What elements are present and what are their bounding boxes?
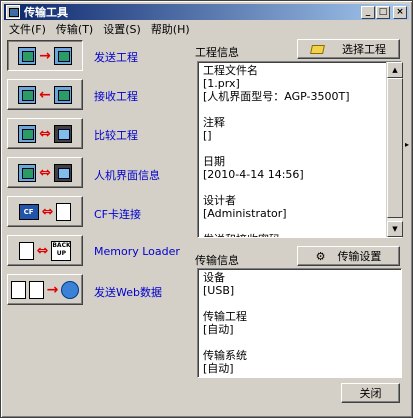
info-line: [人机界面型号：AGP-3500T] xyxy=(203,90,350,103)
close-button[interactable]: 关闭 xyxy=(341,383,400,403)
send-web-data-label[interactable]: 发送Web数据 xyxy=(94,284,162,300)
send-web-data-button[interactable]: → xyxy=(7,274,83,305)
transfer-settings-icon: ⚙ xyxy=(315,249,326,263)
scroll-up-icon[interactable]: ▲ xyxy=(387,62,403,78)
select-project-button[interactable]: 选择工程 xyxy=(297,39,400,59)
info-line: 日期 xyxy=(203,155,225,168)
send-project-icon: → xyxy=(18,46,72,65)
info-line xyxy=(203,336,396,349)
info-line: [Administrator] xyxy=(203,207,287,220)
send-web-data-icon: → xyxy=(10,280,80,299)
info-line: 设备 xyxy=(203,271,225,284)
info-line: 传输工程 xyxy=(203,310,247,323)
cf-card-label[interactable]: CF卡连接 xyxy=(94,206,141,222)
compare-project-button[interactable]: ⇔ xyxy=(7,118,83,149)
menu-help[interactable]: 帮助(H) xyxy=(146,21,195,37)
project-info-scrollbar[interactable]: ▲ ▼ xyxy=(386,62,403,237)
memory-loader-button[interactable]: ⇔ BACK UP xyxy=(7,235,83,266)
info-line xyxy=(203,297,396,310)
menubar: 文件(F) 传输(T) 设置(S) 帮助(H) xyxy=(4,21,409,37)
info-line: [1.prx] xyxy=(203,77,240,90)
info-line: 工程文件名 xyxy=(203,64,258,77)
cf-card-icon: CF ⇔ xyxy=(18,202,72,221)
side-expand-icon[interactable]: ▸ xyxy=(405,140,409,149)
compare-project-icon: ⇔ xyxy=(18,124,72,143)
info-line: 传输系统 xyxy=(203,349,247,362)
transfer-info-textbox[interactable]: 设备 [USB] 传输工程 [自动] 传输系统 [自动] xyxy=(197,268,402,378)
memory-loader-icon: ⇔ BACK UP xyxy=(18,240,72,261)
info-line: [自动] xyxy=(203,323,234,336)
close-window-button[interactable]: × xyxy=(393,5,407,19)
cf-card-button[interactable]: CF ⇔ xyxy=(7,196,83,227)
hmi-info-icon: ⇔ xyxy=(18,163,72,182)
transfer-tool-window: 传输工具 _ □ × 文件(F) 传输(T) 设置(S) 帮助(H) → 发送工… xyxy=(0,0,413,418)
info-line: [自动] xyxy=(203,362,234,375)
transfer-info-label: 传输信息 xyxy=(195,254,239,267)
info-line xyxy=(203,181,396,194)
maximize-button[interactable]: □ xyxy=(376,5,390,19)
info-line: 设计者 xyxy=(203,194,236,207)
transfer-settings-button[interactable]: ⚙ 传输设置 xyxy=(297,246,400,266)
send-project-label[interactable]: 发送工程 xyxy=(94,49,138,65)
menu-settings[interactable]: 设置(S) xyxy=(98,21,146,37)
hmi-info-button[interactable]: ⇔ xyxy=(7,157,83,188)
receive-project-button[interactable]: ← xyxy=(7,79,83,110)
receive-project-label[interactable]: 接收工程 xyxy=(94,88,138,104)
info-line xyxy=(203,103,396,116)
folder-icon xyxy=(310,44,325,54)
info-line xyxy=(203,220,396,233)
memory-loader-label[interactable]: Memory Loader xyxy=(94,245,180,258)
menu-transfer[interactable]: 传输(T) xyxy=(51,21,98,37)
info-line: 注释 xyxy=(203,116,225,129)
titlebar[interactable]: 传输工具 _ □ × xyxy=(4,4,409,20)
minimize-button[interactable]: _ xyxy=(361,5,375,19)
receive-project-icon: ← xyxy=(18,85,72,104)
menu-file[interactable]: 文件(F) xyxy=(4,21,51,37)
info-line: [USB] xyxy=(203,284,235,297)
scroll-down-icon[interactable]: ▼ xyxy=(387,221,403,237)
send-project-button[interactable]: → xyxy=(7,40,83,71)
compare-project-label[interactable]: 比较工程 xyxy=(94,127,138,143)
project-info-label: 工程信息 xyxy=(195,46,239,59)
info-line: [2010-4-14 14:56] xyxy=(203,168,304,181)
info-line: 发送和接收密码 xyxy=(203,233,396,237)
scroll-thumb[interactable] xyxy=(387,78,403,218)
window-title: 传输工具 xyxy=(24,6,68,19)
project-info-textbox[interactable]: 工程文件名 [1.prx] [人机界面型号：AGP-3500T] 注释[] 日期 [201… xyxy=(197,61,402,238)
hmi-info-label[interactable]: 人机界面信息 xyxy=(94,167,160,183)
app-icon xyxy=(6,5,20,19)
info-line xyxy=(203,142,396,155)
info-line: [] xyxy=(203,129,212,142)
